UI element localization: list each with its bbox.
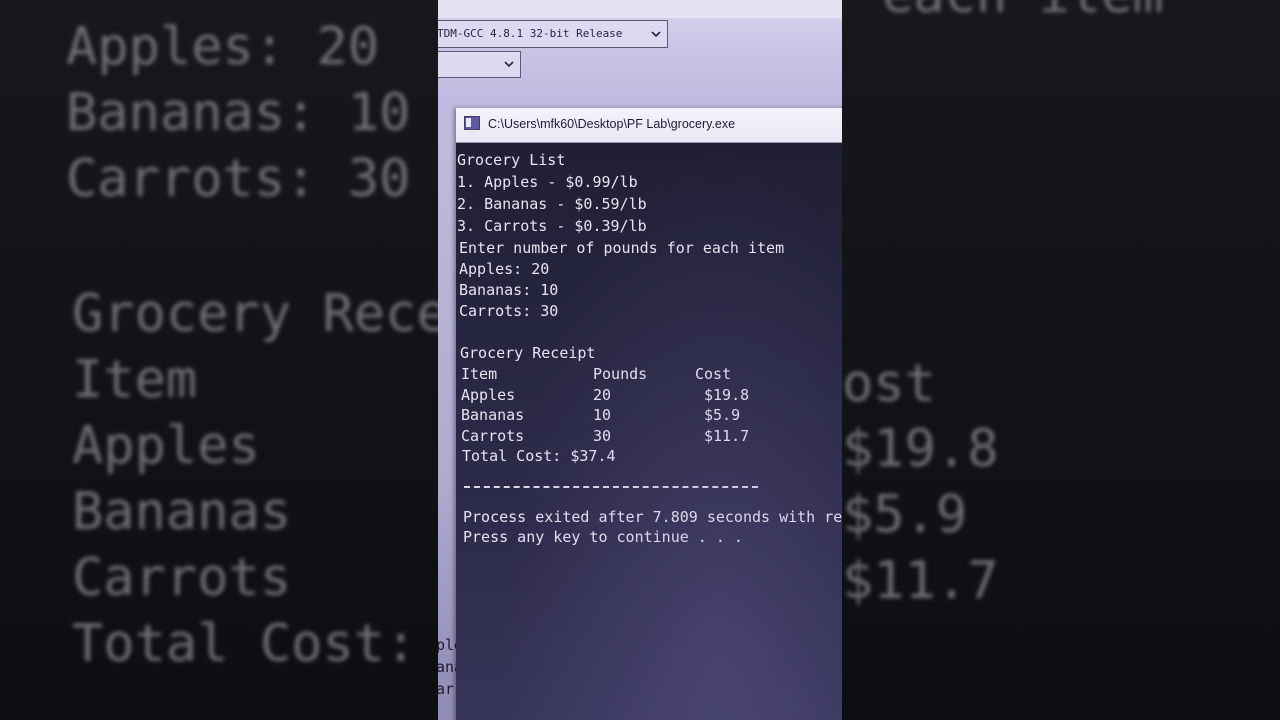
console-output: Grocery List 1. Apples - $0.99/lb 2. Ban…	[456, 142, 842, 720]
compiler-select-value: TDM-GCC 4.8.1 32-bit Release	[438, 27, 623, 40]
console-window-title: C:\Users\mfk60\Desktop\PF Lab\grocery.ex…	[488, 117, 736, 131]
receipt-cell-item: Carrots	[461, 427, 525, 445]
process-exit-line: Process exited after 7.809 seconds with …	[463, 508, 842, 526]
chevron-down-icon	[651, 31, 661, 38]
zoomed-input-lines: Apples: 20 Bananas: 10 Carrots: 30	[66, 17, 411, 209]
console-line: 3. Carrots - $0.39/lb	[457, 217, 647, 235]
receipt-header-cost: Cost	[695, 365, 732, 383]
console-window[interactable]: C:\Users\mfk60\Desktop\PF Lab\grocery.ex…	[456, 108, 842, 720]
receipt-cell-item: Apples	[461, 386, 516, 404]
console-line: Bananas: 10	[459, 281, 559, 299]
zoomed-cost-values: $19.8 $5.9 $11.7	[842, 419, 999, 611]
console-separator	[464, 486, 758, 488]
console-line: Apples: 20	[459, 260, 550, 278]
receipt-cell-pounds: 30	[593, 427, 612, 445]
receipt-cell-pounds: 10	[593, 406, 612, 424]
console-line: Grocery List	[457, 151, 566, 169]
zoomed-cost-header: ost	[842, 354, 936, 414]
receipt-cell-cost: $5.9	[704, 406, 741, 424]
receipt-cell-cost: $19.8	[704, 386, 750, 404]
press-key-line: Press any key to continue . . .	[463, 528, 743, 546]
console-line: Carrots: 30	[459, 302, 559, 320]
zoomed-receipt-lines: Grocery Receipt Item Apples Bananas Carr…	[72, 284, 438, 674]
console-line: Enter number of pounds for each item	[459, 239, 785, 257]
receipt-total: Total Cost: $37.4	[462, 447, 616, 465]
receipt-cell-pounds: 20	[593, 386, 612, 404]
ide-toolbar-area: TDM-GCC 4.8.1 32-bit Release	[438, 0, 842, 112]
zoomed-top-fragment: each item	[882, 0, 1164, 28]
monitor-photo: TDM-GCC 4.8.1 32-bit Release ples anan a…	[438, 0, 842, 720]
zoomed-background-left: Apples: 20 Bananas: 10 Carrots: 30 Groce…	[0, 0, 438, 720]
console-line: 1. Apples - $0.99/lb	[457, 173, 638, 191]
receipt-heading: Grocery Receipt	[460, 344, 596, 362]
console-app-icon	[464, 116, 480, 130]
screenshot-stage: Apples: 20 Bananas: 10 Carrots: 30 Groce…	[0, 0, 1280, 720]
receipt-cell-item: Bananas	[461, 406, 525, 424]
console-title-bar[interactable]: C:\Users\mfk60\Desktop\PF Lab\grocery.ex…	[456, 108, 842, 143]
receipt-header-pounds: Pounds	[593, 365, 648, 383]
zoomed-background-right: each item ost $19.8 $5.9 $11.7	[842, 0, 1280, 720]
console-line: 2. Bananas - $0.59/lb	[457, 195, 647, 213]
receipt-header-item: Item	[461, 365, 498, 383]
receipt-cell-cost: $11.7	[704, 427, 750, 445]
chevron-down-icon	[504, 61, 514, 68]
compiler-select[interactable]: TDM-GCC 4.8.1 32-bit Release	[438, 20, 668, 48]
ide-top-strip	[438, 0, 842, 18]
secondary-select[interactable]	[438, 51, 521, 78]
